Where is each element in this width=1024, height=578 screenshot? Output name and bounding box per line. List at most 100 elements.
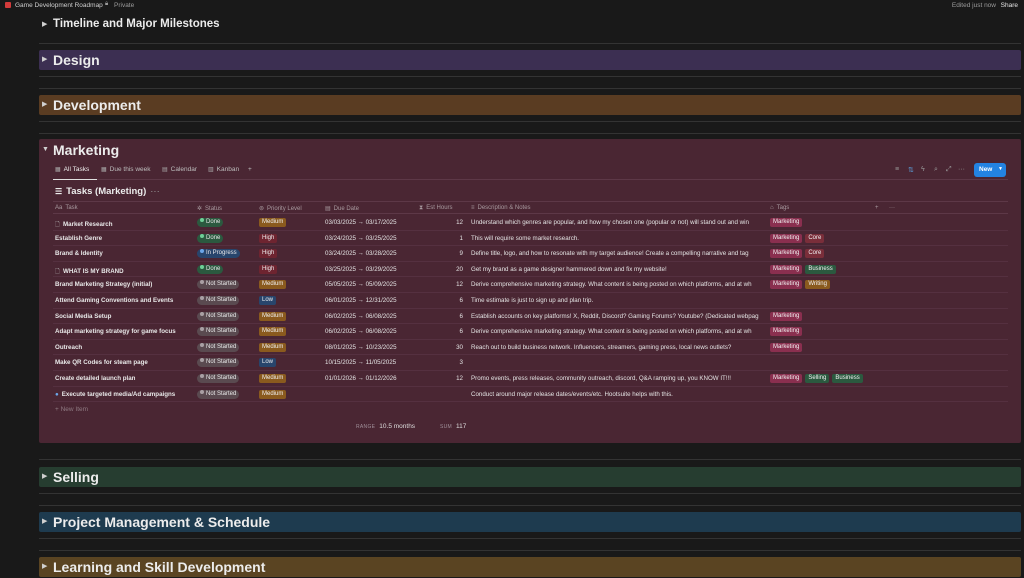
status-cell[interactable]: Not Started xyxy=(197,280,240,290)
task-name[interactable]: 🗋︎ Market Research xyxy=(55,219,195,230)
share-button[interactable]: Share xyxy=(1001,2,1018,9)
tag-badge[interactable]: Marketing xyxy=(770,374,803,383)
est-hours-cell[interactable]: 6 xyxy=(421,328,463,335)
status-cell[interactable]: Not Started xyxy=(197,327,240,337)
tag-badge[interactable]: Marketing xyxy=(770,249,803,259)
priority-cell[interactable]: High xyxy=(259,264,278,274)
due-date-cell[interactable]: 10/15/2025 → 11/05/2025 xyxy=(325,359,420,366)
tags-cell[interactable]: Marketing Core xyxy=(770,233,870,243)
search-icon[interactable]: ⌕ xyxy=(934,166,938,174)
tab-calendar[interactable]: ▤ Calendar xyxy=(162,166,197,173)
task-name[interactable]: 🗋︎ WHAT IS MY BRAND xyxy=(55,266,195,277)
tag-badge[interactable]: Selling xyxy=(805,374,830,383)
add-column-icon[interactable]: + xyxy=(875,205,879,211)
est-hours-cell[interactable]: 6 xyxy=(421,297,463,304)
est-hours-cell[interactable]: 3 xyxy=(421,359,463,366)
caret-right-icon[interactable]: ▶ xyxy=(42,55,47,63)
status-cell[interactable]: Done xyxy=(197,264,224,274)
table-row[interactable]: Brand Marketing Strategy (initial) Not St… xyxy=(53,277,1008,293)
tag-badge[interactable]: Marketing xyxy=(770,342,803,352)
toggle-design[interactable]: ▶ Design xyxy=(39,50,1021,70)
status-cell[interactable]: Not Started xyxy=(197,311,240,321)
privacy-label[interactable]: Private xyxy=(114,2,134,9)
table-row[interactable]: Make QR Codes for steam page Not Started L… xyxy=(53,355,1008,371)
tag-badge[interactable]: Core xyxy=(805,249,825,259)
description-cell[interactable]: Get my brand as a game designer hammered… xyxy=(471,266,769,273)
more-icon[interactable]: ··· xyxy=(150,186,160,197)
column-header-task[interactable]: Aa Task xyxy=(55,205,78,211)
caret-right-icon[interactable]: ▶ xyxy=(42,562,47,570)
table-row[interactable]: Create detailed launch plan Not Started Me… xyxy=(53,371,1008,387)
task-name[interactable]: Social Media Setup xyxy=(55,313,195,320)
tags-cell[interactable]: Marketing xyxy=(770,311,870,321)
toggle-learning[interactable]: ▶ Learning and Skill Development xyxy=(39,557,1021,577)
est-hours-cell[interactable]: 9 xyxy=(421,250,463,257)
caret-down-icon[interactable]: ▼ xyxy=(42,146,49,153)
priority-cell[interactable]: Medium xyxy=(259,311,287,321)
due-date-cell[interactable]: 03/03/2025 → 03/17/2025 xyxy=(325,219,420,226)
column-header-due-date[interactable]: ▤ Due Date xyxy=(325,205,359,212)
tag-badge[interactable]: Marketing xyxy=(770,264,803,274)
status-cell[interactable]: Not Started xyxy=(197,358,240,368)
priority-cell[interactable]: Medium xyxy=(259,374,287,383)
status-cell[interactable]: Not Started xyxy=(197,374,240,383)
tags-cell[interactable]: Marketing Core xyxy=(770,249,870,259)
priority-cell[interactable]: Low xyxy=(259,296,277,305)
tab-due-this-week[interactable]: ▦ Due this week xyxy=(101,166,151,173)
due-date-cell[interactable]: 08/01/2025 → 10/23/2025 xyxy=(325,344,420,351)
table-row[interactable]: 🗋︎ Market Research Done Medium 03/03/2025 → … xyxy=(53,215,1008,231)
description-cell[interactable]: Reach out to build business network. Inf… xyxy=(471,344,769,351)
priority-cell[interactable]: Low xyxy=(259,358,277,368)
tag-badge[interactable]: Business xyxy=(805,264,836,274)
table-row[interactable]: Establish Genre Done High 03/24/2025 → 03/2… xyxy=(53,231,1008,247)
database-title[interactable]: ☰ Tasks (Marketing) ··· xyxy=(55,186,160,197)
task-name[interactable]: Establish Genre xyxy=(55,235,195,242)
due-date-cell[interactable]: 05/05/2025 → 05/09/2025 xyxy=(325,281,420,288)
task-name[interactable]: Adapt marketing strategy for game focus xyxy=(55,328,195,335)
status-cell[interactable]: Not Started xyxy=(197,342,240,352)
new-item-button[interactable]: + New Item xyxy=(55,406,88,413)
tags-cell[interactable]: Marketing xyxy=(770,327,870,337)
est-hours-cell[interactable]: 6 xyxy=(421,313,463,320)
table-row[interactable]: Brand & Identity In Progress High 03/24/202… xyxy=(53,246,1008,262)
description-cell[interactable]: Understand which genres are popular, and… xyxy=(471,219,769,226)
description-cell[interactable]: Promo events, press releases, community … xyxy=(471,375,769,382)
caret-right-icon[interactable]: ▶ xyxy=(42,20,47,28)
tag-badge[interactable]: Writing xyxy=(805,280,830,290)
new-button[interactable]: New ▼ xyxy=(974,163,1006,177)
due-date-cell[interactable]: 06/01/2025 → 12/31/2025 xyxy=(325,297,420,304)
table-row[interactable]: Attend Gaming Conventions and Events Not … xyxy=(53,293,1008,309)
table-row[interactable]: Social Media Setup Not Started Medium 06/02… xyxy=(53,309,1008,325)
description-cell[interactable]: Derive comprehensive marketing strategy.… xyxy=(471,328,769,335)
priority-cell[interactable]: Medium xyxy=(259,218,287,227)
status-cell[interactable]: Not Started xyxy=(197,296,240,305)
automation-icon[interactable]: ϟ xyxy=(921,166,925,173)
table-row[interactable]: Outreach Not Started Medium 08/01/2025 → 10… xyxy=(53,340,1008,356)
priority-cell[interactable]: Medium xyxy=(259,280,287,290)
more-icon[interactable]: ··· xyxy=(958,166,965,173)
est-hours-cell[interactable]: 12 xyxy=(421,219,463,226)
caret-right-icon[interactable]: ▶ xyxy=(42,472,47,480)
column-header-est-hours[interactable]: ⧗ Est Hours xyxy=(419,205,453,212)
description-cell[interactable]: Derive comprehensive marketing strategy.… xyxy=(471,281,769,288)
status-cell[interactable]: Done xyxy=(197,218,224,227)
range-calculation[interactable]: RANGE 10.5 months xyxy=(356,423,415,430)
column-header-priority[interactable]: ⊚ Priority Level xyxy=(259,205,302,212)
sort-icon[interactable]: ⇅ xyxy=(908,166,914,174)
tab-kanban[interactable]: ▥ Kanban xyxy=(208,166,239,173)
due-date-cell[interactable]: 03/24/2025 → 03/25/2025 xyxy=(325,235,420,242)
task-name[interactable]: Brand & Identity xyxy=(55,250,195,257)
toggle-development[interactable]: ▶ Development xyxy=(39,95,1021,115)
task-name[interactable]: ● Execute targeted media/Ad campaigns xyxy=(55,391,195,398)
caret-right-icon[interactable]: ▶ xyxy=(42,517,47,525)
tag-badge[interactable]: Marketing xyxy=(770,280,803,290)
priority-cell[interactable]: Medium xyxy=(259,342,287,352)
tag-badge[interactable]: Marketing xyxy=(770,218,803,227)
tab-all-tasks[interactable]: ▦ All Tasks xyxy=(55,166,89,173)
est-hours-cell[interactable]: 1 xyxy=(421,235,463,242)
table-row[interactable]: ● Execute targeted media/Ad campaigns Not … xyxy=(53,387,1008,403)
tags-cell[interactable]: Marketing xyxy=(770,342,870,352)
toggle-selling[interactable]: ▶ Selling xyxy=(39,467,1021,487)
due-date-cell[interactable]: 06/02/2025 → 06/08/2025 xyxy=(325,313,420,320)
add-view-icon[interactable]: + xyxy=(248,166,252,173)
